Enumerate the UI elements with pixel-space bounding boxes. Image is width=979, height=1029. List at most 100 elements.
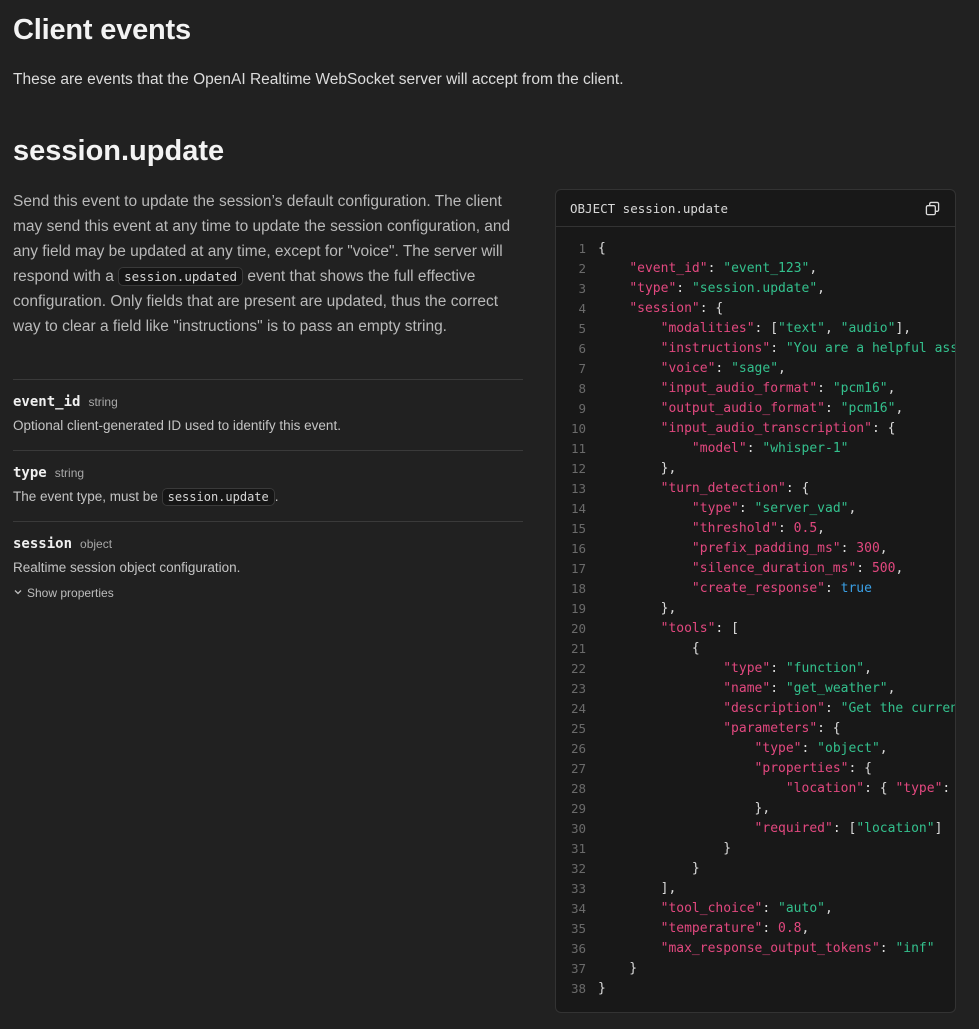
param-name: event_id [13, 394, 81, 410]
code-text: "input_audio_format": "pcm16", [598, 379, 896, 399]
code-token: : [ [754, 321, 779, 336]
code-text: } [598, 959, 637, 979]
code-token: : [676, 281, 692, 296]
code-line: 5 "modalities": ["text", "audio"], [556, 319, 955, 339]
code-token: { [598, 641, 700, 656]
code-token: "type" [629, 281, 677, 296]
line-number: 6 [578, 341, 586, 356]
code-token: "pcm16" [832, 381, 888, 396]
code-token: : [715, 361, 732, 376]
code-token: : { [848, 761, 872, 776]
code-line: 37 } [556, 959, 955, 979]
code-line: 24 "description": "Get the current weath… [556, 699, 955, 719]
param-session: session object Realtime session object c… [13, 521, 523, 614]
line-number: 26 [570, 741, 586, 756]
code-token: : [778, 521, 794, 536]
code-token: "input_audio_transcription" [660, 421, 872, 436]
code-token: "modalities" [660, 321, 755, 336]
code-text: "tool_choice": "auto", [598, 899, 833, 919]
code-token: "location" [785, 781, 865, 796]
code-token: true [840, 581, 872, 596]
param-description: The event type, must be session.update. [13, 487, 523, 507]
code-line: 35 "temperature": 0.8, [556, 919, 955, 939]
line-number: 28 [570, 781, 586, 796]
page-title: Client events [13, 14, 191, 46]
code-token: "instructions" [660, 341, 771, 356]
code-token: "parameters" [723, 721, 818, 736]
code-text: } [598, 979, 606, 999]
code-line: 14 "type": "server_vad", [556, 499, 955, 519]
code-token: 0.8 [778, 921, 802, 936]
code-text: "max_response_output_tokens": "inf" [598, 939, 935, 959]
code-text: "type": "session.update", [598, 279, 825, 299]
code-text: "input_audio_transcription": { [598, 419, 896, 439]
code-token: "audio" [840, 321, 896, 336]
code-text: "instructions": "You are a helpful assis… [598, 339, 955, 359]
code-token: "output_audio_format" [660, 401, 825, 416]
inline-code: session.updated [118, 267, 244, 286]
line-number: 34 [570, 901, 586, 916]
code-line: 16 "prefix_padding_ms": 300, [556, 539, 955, 559]
line-number: 22 [570, 661, 586, 676]
code-token: "threshold" [691, 521, 779, 536]
code-token: ], [895, 321, 912, 336]
code-token: : [770, 681, 786, 696]
code-token: "turn_detection" [660, 481, 786, 496]
code-token: } [598, 981, 606, 996]
show-properties-button[interactable]: Show properties [13, 586, 523, 600]
line-number: 9 [578, 401, 586, 416]
code-token: } [598, 841, 732, 856]
code-line: 25 "parameters": { [556, 719, 955, 739]
code-text: "silence_duration_ms": 500, [598, 559, 903, 579]
code-token: { [598, 241, 606, 256]
code-text: } [598, 859, 700, 879]
code-token: 500 [871, 561, 896, 576]
code-token: "type" [895, 781, 943, 796]
code-text: "model": "whisper-1" [598, 439, 849, 459]
code-token: : [770, 341, 786, 356]
line-number: 37 [570, 961, 586, 976]
code-text: "create_response": true [598, 579, 872, 599]
code-line: 2 "event_id": "event_123", [556, 259, 955, 279]
code-line: 12 }, [556, 459, 955, 479]
line-number: 18 [570, 581, 586, 596]
line-number: 32 [570, 861, 586, 876]
code-token: "sage" [731, 361, 779, 376]
code-line: 7 "voice": "sage", [556, 359, 955, 379]
line-number: 17 [570, 561, 586, 576]
line-number: 29 [570, 801, 586, 816]
param-description-text: The event type, must be [13, 489, 162, 504]
code-text: "prefix_padding_ms": 300, [598, 539, 888, 559]
code-text: { [598, 639, 700, 659]
code-text: "modalities": ["text", "audio"], [598, 319, 911, 339]
code-token: "name" [723, 681, 771, 696]
code-line: 38} [556, 979, 955, 999]
code-line: 6 "instructions": "You are a helpful ass… [556, 339, 955, 359]
code-line: 28 "location": { "type": "string" } [556, 779, 955, 799]
code-token: , [864, 661, 872, 676]
code-block[interactable]: 1{2 "event_id": "event_123", 3 "type": "s… [556, 190, 955, 999]
code-line: 29 }, [556, 799, 955, 819]
code-token: "tools" [660, 621, 716, 636]
code-text: "type": "server_vad", [598, 499, 856, 519]
code-token: ] [934, 821, 943, 836]
line-number: 24 [570, 701, 586, 716]
code-token: ], [598, 881, 677, 896]
line-number: 2 [578, 261, 586, 276]
code-token: , [817, 281, 825, 296]
